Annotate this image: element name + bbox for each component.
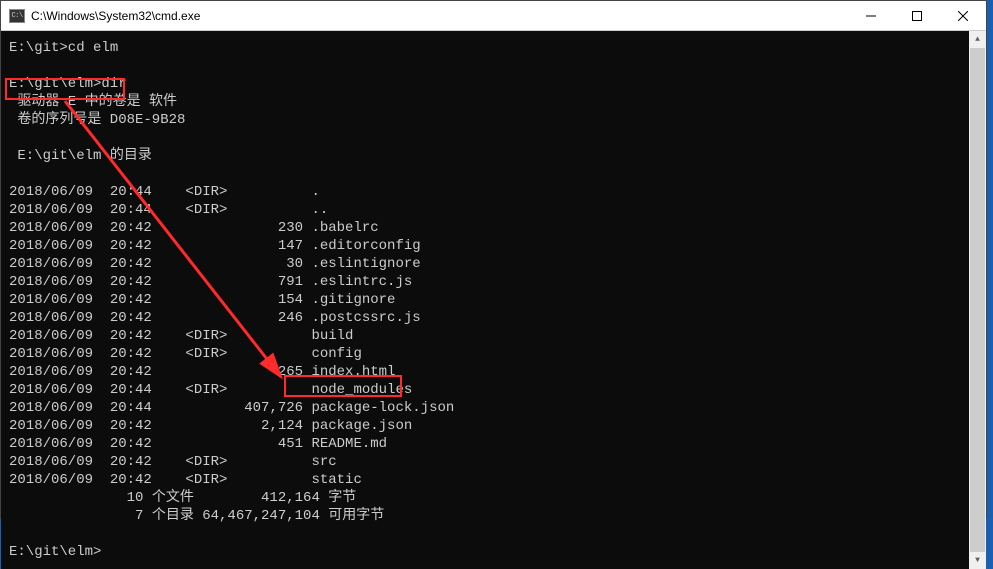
terminal-line: 2018/06/09 20:42 791 .eslintrc.js [9,274,412,290]
terminal-line: E:\git\elm 的目录 [9,148,152,164]
terminal-line: 2018/06/09 20:42 147 .editorconfig [9,238,421,254]
scroll-up-arrow[interactable]: ▲ [969,31,986,48]
terminal-line: 2018/06/09 20:42 2,124 package.json [9,418,412,434]
scrollbar-vertical[interactable]: ▲ ▼ [969,31,986,569]
terminal-area: E:\git>cd elm E:\git\elm>dir 驱动器 E 中的卷是 … [1,31,986,569]
scroll-thumb[interactable] [970,48,985,552]
terminal[interactable]: E:\git>cd elm E:\git\elm>dir 驱动器 E 中的卷是 … [1,31,969,569]
terminal-line: E:\git\elm>dir [9,76,127,92]
terminal-line: 驱动器 E 中的卷是 软件 [9,94,177,110]
terminal-line: 2018/06/09 20:42 265 index.html [9,364,395,380]
terminal-line: 2018/06/09 20:42 230 .babelrc [9,220,379,236]
terminal-line: E:\git>cd elm [9,40,118,56]
cmd-window: C:\ C:\Windows\System32\cmd.exe E:\git>c… [0,0,987,519]
cmd-icon: C:\ [9,9,25,23]
terminal-line: 2018/06/09 20:44 <DIR> . [9,184,320,200]
maximize-button[interactable] [894,1,940,31]
titlebar[interactable]: C:\ C:\Windows\System32\cmd.exe [1,1,986,31]
terminal-line: 10 个文件 412,164 字节 [9,490,356,506]
scroll-down-arrow[interactable]: ▼ [969,552,986,569]
close-button[interactable] [940,1,986,31]
minimize-button[interactable] [848,1,894,31]
terminal-line: 2018/06/09 20:44 <DIR> .. [9,202,328,218]
window-controls [848,1,986,31]
terminal-line: 2018/06/09 20:44 <DIR> node_modules [9,382,412,398]
terminal-line: 2018/06/09 20:42 30 .eslintignore [9,256,421,272]
window-title: C:\Windows\System32\cmd.exe [31,9,848,23]
terminal-line: 2018/06/09 20:42 <DIR> config [9,346,362,362]
terminal-line: 2018/06/09 20:42 <DIR> static [9,472,362,488]
terminal-line: 2018/06/09 20:44 407,726 package-lock.js… [9,400,454,416]
terminal-line: 2018/06/09 20:42 451 README.md [9,436,387,452]
terminal-line: 卷的序列号是 D08E-9B28 [9,112,185,128]
terminal-line: 7 个目录 64,467,247,104 可用字节 [9,508,384,524]
scroll-track[interactable] [969,48,986,552]
terminal-line: E:\git\elm> [9,544,101,560]
terminal-line: 2018/06/09 20:42 <DIR> build [9,328,353,344]
terminal-line: 2018/06/09 20:42 <DIR> src [9,454,337,470]
terminal-line: 2018/06/09 20:42 246 .postcssrc.js [9,310,421,326]
terminal-line: 2018/06/09 20:42 154 .gitignore [9,292,395,308]
